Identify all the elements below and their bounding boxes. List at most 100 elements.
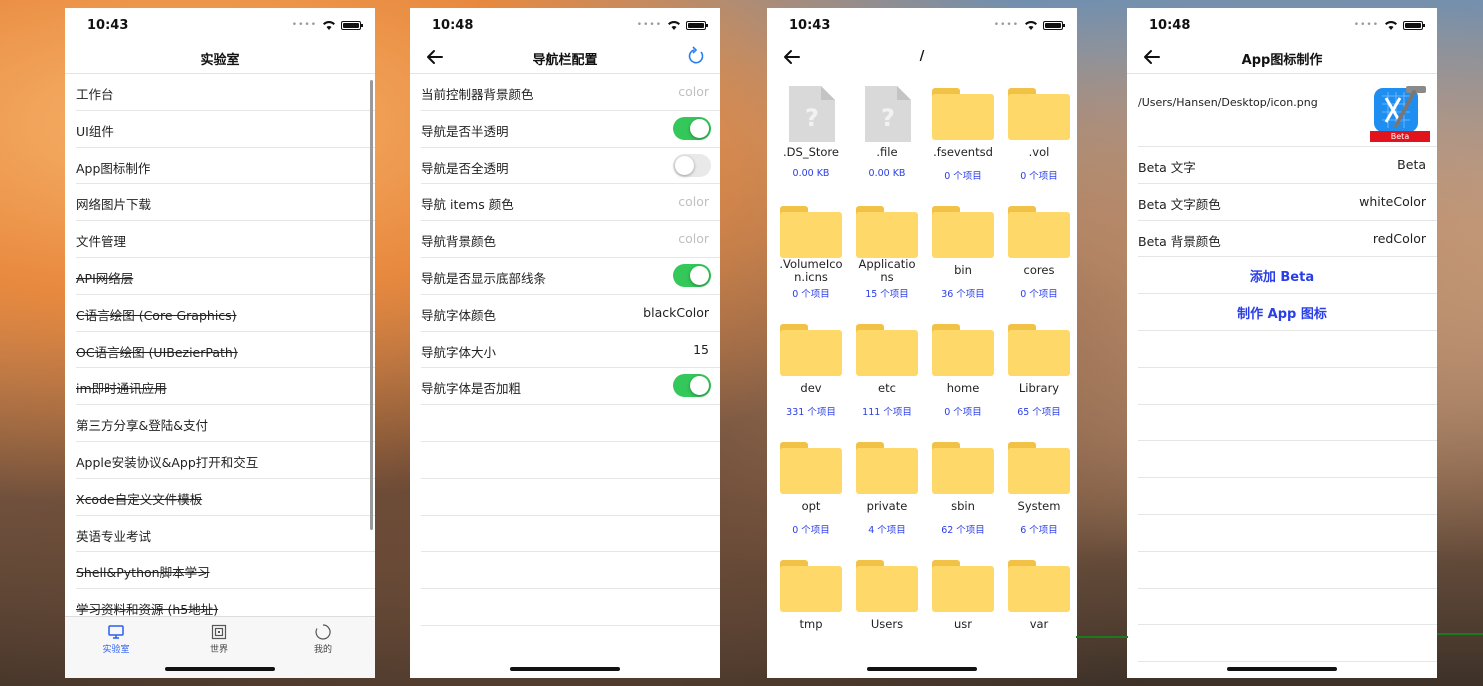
list-item[interactable]: OC语言绘图 (UIBezierPath) [76, 332, 375, 369]
config-row-value: color [678, 194, 709, 210]
tab-world[interactable]: 世界 [189, 623, 249, 655]
list-item[interactable]: Xcode自定义文件模板 [76, 479, 375, 516]
toggle-knob [675, 155, 694, 175]
folder-body [856, 448, 918, 494]
file-item[interactable]: ? .DS_Store 0.00 KB [773, 82, 849, 200]
item-name: .file [876, 145, 898, 159]
item-name: opt [801, 499, 821, 513]
config-row[interactable]: 导航字体是否加粗 [421, 368, 720, 406]
folder-item[interactable]: .fseventsd 0 个项目 [925, 82, 1001, 200]
toggle-switch[interactable] [673, 116, 711, 140]
folder-item[interactable]: Applicatio ns 15 个项目 [849, 200, 925, 318]
add-beta-button[interactable]: 添加 Beta [1138, 257, 1437, 295]
config-row[interactable]: 导航是否显示底部线条 [421, 258, 720, 295]
folder-item[interactable]: System 6 个项目 [1001, 436, 1077, 554]
folder-icon [932, 442, 994, 494]
toggle-switch[interactable] [673, 263, 711, 287]
config-row[interactable]: 导航字体大小 15 [421, 332, 720, 369]
folder-item[interactable]: cores 0 个项目 [1001, 200, 1077, 318]
list-item[interactable]: UI组件 [76, 111, 375, 148]
folder-item[interactable]: home 0 个项目 [925, 318, 1001, 436]
list-item[interactable]: 网络图片下载 [76, 184, 375, 222]
empty-row [1138, 515, 1437, 552]
folder-body [932, 566, 994, 612]
action-label: 制作 App 图标 [1237, 307, 1327, 323]
folder-item[interactable]: bin 36 个项目 [925, 200, 1001, 318]
status-time: 10:43 [87, 18, 129, 33]
folder-body [932, 330, 994, 376]
folder-item[interactable]: tmp [773, 554, 849, 672]
list-item[interactable]: 工作台 [76, 74, 375, 111]
list-item[interactable]: API网络层 [76, 258, 375, 295]
folder-item[interactable]: Users [849, 554, 925, 672]
battery-icon [686, 20, 708, 30]
icon-path-row[interactable]: /Users/Hansen/Desktop/icon.png Beta [1138, 74, 1437, 147]
list-item-label: 第三方分享&登陆&支付 [76, 418, 208, 434]
status-bar: 10:48 •••• [1127, 8, 1437, 46]
config-row[interactable]: 当前控制器背景颜色 color [421, 74, 720, 111]
home-indicator [510, 667, 620, 671]
folder-body [780, 448, 842, 494]
folder-icon [932, 560, 994, 612]
folder-item[interactable]: sbin 62 个项目 [925, 436, 1001, 554]
folder-icon [856, 324, 918, 376]
list-item-label: App图标制作 [76, 160, 151, 176]
config-row[interactable]: 导航 items 颜色 color [421, 184, 720, 222]
list-item[interactable]: 英语专业考试 [76, 516, 375, 553]
list-item[interactable]: Apple安装协议&App打开和交互 [76, 442, 375, 479]
phone-lab: 10:43 •••• 实验室 工作台 UI组件 App图标制作 网络图片下载 文件管理 A… [65, 8, 375, 678]
folder-item[interactable]: etc 111 个项目 [849, 318, 925, 436]
folder-item[interactable]: opt 0 个项目 [773, 436, 849, 554]
folder-item[interactable]: .VolumeIco n.icns 0 个项目 [773, 200, 849, 318]
refresh-icon[interactable] [686, 46, 706, 66]
list-item[interactable]: App图标制作 [76, 148, 375, 185]
folder-item[interactable]: var [1001, 554, 1077, 672]
empty-row [1138, 368, 1437, 405]
list-item[interactable]: 第三方分享&登陆&支付 [76, 405, 375, 442]
empty-row [421, 552, 720, 590]
make-app-icon-button[interactable]: 制作 App 图标 [1138, 294, 1437, 331]
icon-setting-row[interactable]: Beta 文字 Beta [1138, 147, 1437, 184]
folder-item[interactable]: .vol 0 个项目 [1001, 82, 1077, 200]
signal-icon: •••• [636, 20, 662, 30]
toggle-switch[interactable] [673, 153, 711, 177]
empty-row [1138, 589, 1437, 626]
config-row-label: 导航是否半透明 [421, 123, 509, 139]
status-bar: 10:43 •••• [767, 8, 1077, 46]
icon-setting-row[interactable]: Beta 文字颜色 whiteColor [1138, 184, 1437, 221]
folder-body [1008, 94, 1070, 140]
folder-body [932, 212, 994, 258]
navigation-bar: App图标制作 [1127, 46, 1437, 74]
folder-item[interactable]: Library 65 个项目 [1001, 318, 1077, 436]
folder-item[interactable]: usr [925, 554, 1001, 672]
list-item[interactable]: 文件管理 [76, 221, 375, 258]
icon-setting-row[interactable]: Beta 背景颜色 redColor [1138, 221, 1437, 258]
folder-icon [856, 206, 918, 258]
item-name: etc [878, 381, 896, 395]
folder-body [1008, 448, 1070, 494]
empty-row [421, 516, 720, 553]
config-row[interactable]: 导航是否全透明 [421, 148, 720, 185]
item-count: 65 个项目 [1017, 407, 1061, 418]
tab-lab[interactable]: 实验室 [86, 623, 146, 655]
wifi-icon [1385, 21, 1397, 30]
item-name: System [1017, 499, 1061, 513]
folder-item[interactable]: dev 331 个项目 [773, 318, 849, 436]
toggle-switch[interactable] [673, 374, 711, 398]
list-item-label: 工作台 [76, 87, 114, 102]
wifi-icon [668, 21, 680, 30]
list-item[interactable]: im即时通讯应用 [76, 368, 375, 406]
list-item[interactable]: C语言绘图 (Core Graphics) [76, 295, 375, 332]
config-row[interactable]: 导航背景颜色 color [421, 221, 720, 258]
item-count: 6 个项目 [1020, 525, 1058, 536]
list-item-label: Apple安装协议&App打开和交互 [76, 454, 259, 470]
tab-mine[interactable]: 我的 [293, 623, 353, 655]
scrollbar[interactable] [370, 80, 373, 530]
folder-item[interactable]: private 4 个项目 [849, 436, 925, 554]
config-row[interactable]: 导航是否半透明 [421, 111, 720, 148]
item-count: 0 个项目 [1020, 171, 1058, 182]
file-item[interactable]: ? .file 0.00 KB [849, 82, 925, 200]
list-item[interactable]: Shell&Python脚本学习 [76, 552, 375, 590]
config-row[interactable]: 导航字体颜色 blackColor [421, 295, 720, 332]
config-row-value: 15 [693, 341, 709, 357]
